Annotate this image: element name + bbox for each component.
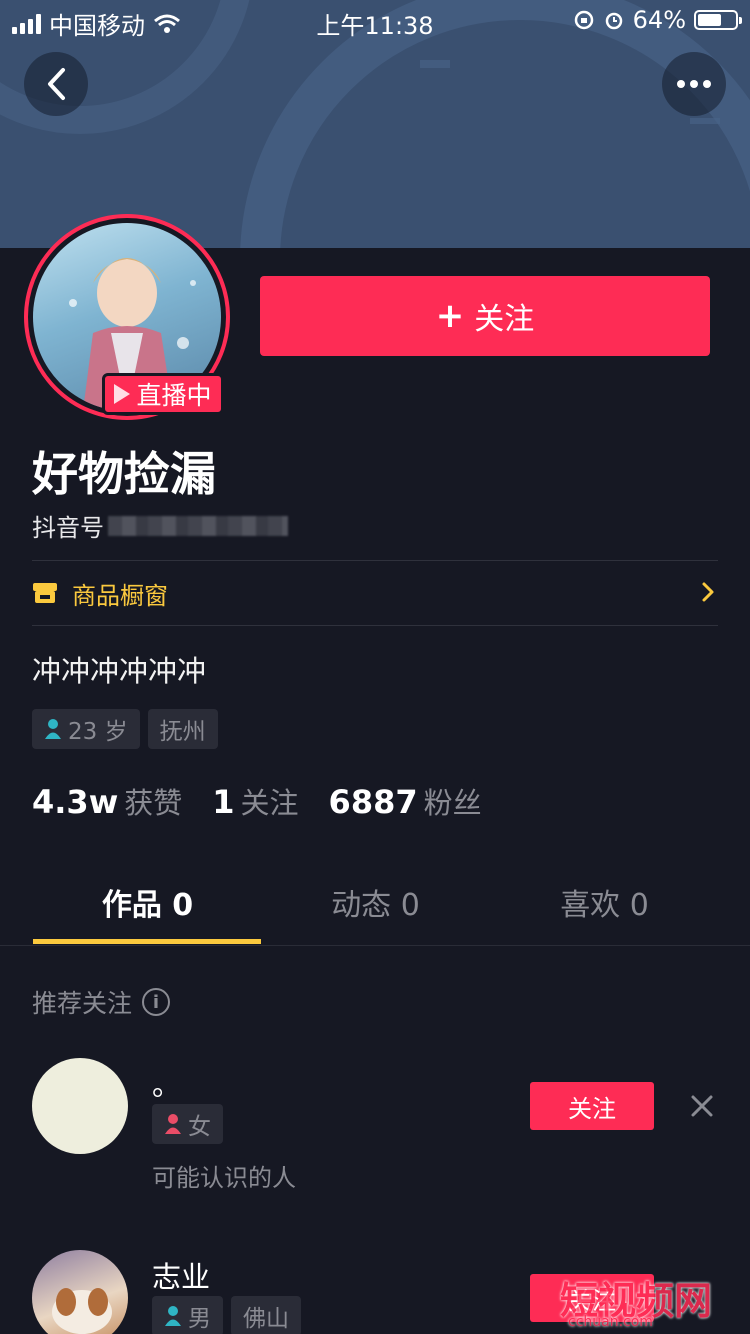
divider — [32, 625, 718, 626]
battery-icon — [694, 10, 742, 30]
profile-bio: 冲冲冲冲冲冲 — [32, 654, 207, 688]
chevron-right-icon — [702, 582, 714, 602]
profile-tags: 23 岁 抚州 — [32, 709, 218, 749]
tab-activity[interactable]: 动态 0 — [261, 858, 490, 946]
gender-label: 男 — [188, 1306, 211, 1332]
recommend-tags: 男 佛山 — [152, 1296, 301, 1334]
location-tag: 抚州 — [147, 709, 218, 749]
alarm-icon — [605, 12, 622, 30]
location-label: 抚州 — [159, 719, 206, 745]
location-tag: 佛山 — [231, 1296, 301, 1334]
plus-icon: + — [435, 296, 465, 336]
status-bar: 中国移动 上午11:38 64% — [0, 0, 750, 40]
recommend-tags: 女 — [152, 1104, 223, 1144]
gender-tag: 男 — [152, 1296, 223, 1334]
female-person-icon — [165, 1114, 181, 1134]
male-person-icon — [165, 1306, 181, 1326]
age-label: 23 岁 — [68, 719, 128, 745]
divider — [32, 560, 718, 561]
tab-likes[interactable]: 喜欢 0 — [490, 858, 719, 946]
chevron-left-icon — [48, 68, 65, 100]
content-tabs: 作品 0 动态 0 喜欢 0 — [0, 858, 750, 946]
play-icon — [114, 384, 131, 404]
more-dots-icon — [677, 80, 711, 88]
live-badge-label: 直播中 — [136, 381, 212, 410]
avatar[interactable] — [32, 1058, 128, 1154]
location-label: 佛山 — [243, 1306, 289, 1332]
douyin-id-blurred — [108, 515, 288, 536]
rotation-lock-icon — [574, 10, 593, 30]
dog-photo — [52, 1288, 112, 1334]
shop-window-label: 商品橱窗 — [72, 581, 168, 610]
age-tag: 23 岁 — [32, 709, 140, 749]
douyin-id: 抖音号 — [32, 508, 288, 543]
douyin-id-label: 抖音号 — [32, 514, 104, 542]
tab-works[interactable]: 作品 0 — [33, 858, 262, 946]
followers-count[interactable]: 6887 — [329, 783, 418, 821]
battery-percent: 64% — [632, 6, 686, 34]
recommend-reason: 可能认识的人 — [152, 1164, 296, 1192]
live-badge[interactable]: 直播中 — [102, 373, 224, 415]
follow-button[interactable]: 关注 — [530, 1082, 654, 1130]
more-button[interactable] — [662, 52, 726, 116]
recommend-header: 推荐关注 i — [32, 984, 171, 1020]
shop-icon — [33, 583, 57, 603]
following-label[interactable]: 关注 — [241, 780, 299, 822]
gender-tag: 女 — [152, 1104, 223, 1144]
recommend-name: 。 — [152, 1068, 182, 1102]
profile-stats: 4.3w 获赞 1 关注 6887 粉丝 — [32, 780, 512, 822]
profile-nickname: 好物捡漏 — [32, 447, 216, 501]
follow-button-label: 关注 — [474, 302, 535, 337]
followers-label[interactable]: 粉丝 — [424, 780, 482, 822]
follow-button[interactable]: + 关注 — [260, 276, 710, 356]
watermark-url: cchuan.com — [568, 1314, 653, 1330]
likes-label: 获赞 — [124, 786, 183, 820]
active-tab-indicator — [33, 939, 261, 944]
male-person-icon — [45, 719, 61, 739]
shop-window-row[interactable]: 商品橱窗 — [32, 562, 718, 624]
avatar[interactable] — [32, 1250, 128, 1334]
watermark: 短视频网 cchuan.com — [560, 1270, 750, 1334]
list-item[interactable]: 。 女 可能认识的人 关注 — [32, 1058, 718, 1198]
recommend-title: 推荐关注 — [32, 989, 133, 1018]
recommend-name: 志业 — [152, 1260, 211, 1294]
info-icon[interactable]: i — [142, 988, 171, 1016]
close-icon[interactable] — [690, 1094, 714, 1118]
following-count[interactable]: 1 — [212, 783, 234, 821]
gender-label: 女 — [188, 1114, 211, 1140]
back-button[interactable] — [24, 52, 88, 116]
likes-count: 4.3w — [32, 783, 119, 821]
